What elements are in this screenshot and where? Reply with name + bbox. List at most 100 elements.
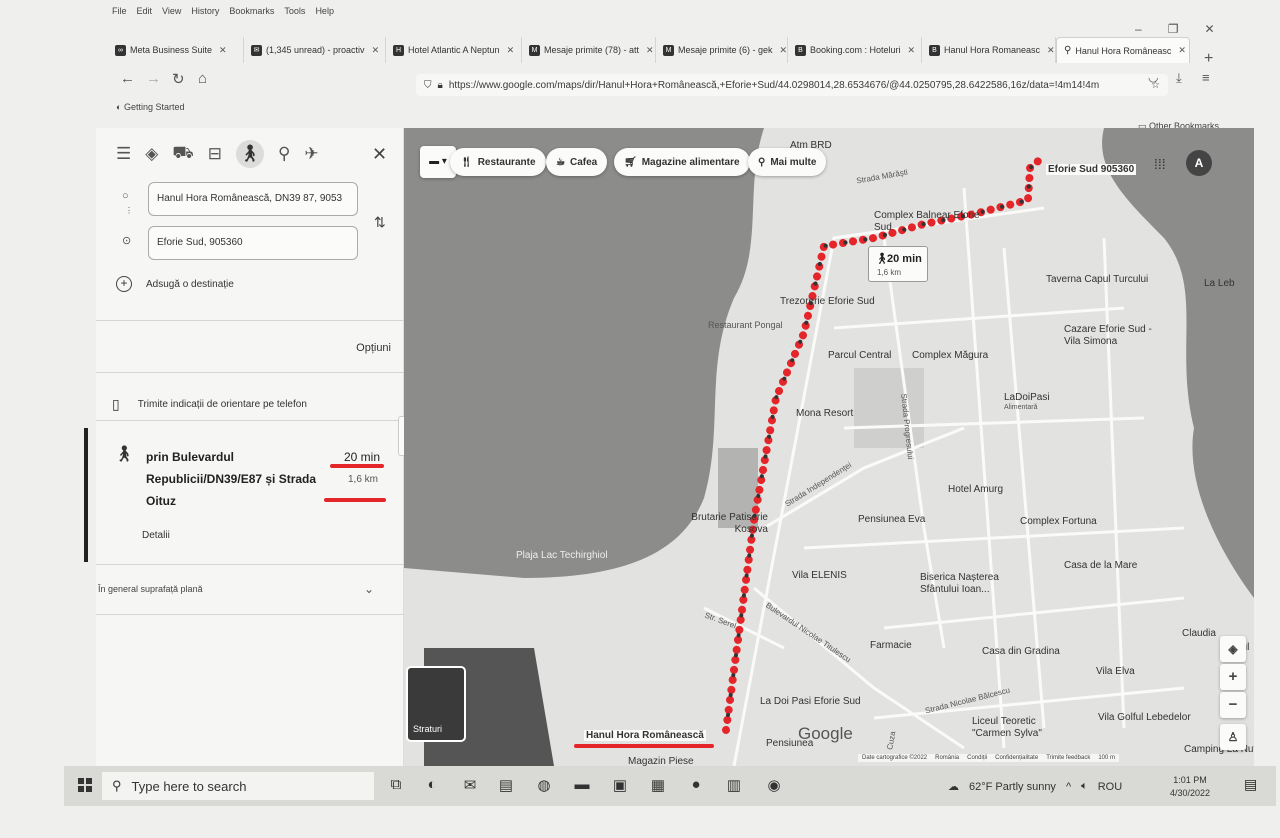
weather-text[interactable]: 62°F Partly sunny <box>969 781 1056 793</box>
layers-button[interactable]: Straturi <box>406 666 466 742</box>
minimize-icon[interactable]: – <box>1135 22 1142 36</box>
clock[interactable]: 1:01 PM 4/30/2022 <box>1170 774 1210 800</box>
close-tab-icon[interactable]: ✕ <box>507 45 515 56</box>
attribution-region[interactable]: România <box>935 755 959 761</box>
chip-coffee[interactable]: ☕︎ Cafea <box>546 148 608 176</box>
car-icon[interactable]: ⛟ <box>172 143 193 165</box>
shield-icon[interactable]: ⛉ <box>424 80 432 91</box>
details-link[interactable]: Detalii <box>142 530 170 541</box>
close-tab-icon[interactable]: ✕ <box>372 45 380 56</box>
destination-input[interactable]: Eforie Sud, 905360 <box>148 226 358 260</box>
home-icon[interactable]: ⌂ <box>198 70 207 87</box>
download-icon[interactable]: ⤓ <box>1176 70 1182 86</box>
map-label[interactable]: Claudia <box>1182 628 1216 639</box>
zoom-out-button[interactable]: − <box>1220 692 1246 718</box>
tab-booking[interactable]: B Booking.com : Hoteluri ✕ <box>788 37 922 63</box>
attribution-privacy[interactable]: Confidențialitate <box>995 755 1038 761</box>
map-label[interactable]: Restaurant Pongal <box>708 320 783 330</box>
menu-help[interactable]: Help <box>315 6 334 16</box>
my-location-icon[interactable]: ◈ <box>1220 636 1246 662</box>
store-icon[interactable]: ▤ <box>496 776 516 796</box>
windows-start-icon[interactable] <box>78 778 92 792</box>
tab-mail[interactable]: ✉ (1,345 unread) - proactiv ✕ <box>244 37 386 63</box>
map-label[interactable]: Complex Balnear Eforie Sud <box>874 210 980 234</box>
avatar[interactable]: A <box>1186 150 1212 176</box>
map-label[interactable]: La Leb <box>1204 278 1235 289</box>
map-label[interactable]: Trezorerie Eforie Sud <box>780 296 875 307</box>
menu-edit[interactable]: Edit <box>137 6 153 16</box>
menu-history[interactable]: History <box>191 6 219 16</box>
add-destination-button[interactable]: + Adsugă o destinație <box>116 276 234 292</box>
flight-icon[interactable]: ✈ <box>304 144 318 164</box>
edge-icon[interactable]: ◐ <box>422 776 442 796</box>
taskbar-search-input[interactable]: ⚲ Type here to search <box>102 772 374 800</box>
close-directions-icon[interactable]: ✕ <box>372 144 387 165</box>
apps-grid-icon[interactable]: ⁞⁞⁞ <box>1154 156 1166 172</box>
attribution-terms[interactable]: Condiții <box>967 755 987 761</box>
map-label[interactable]: Parcul Central <box>828 350 891 361</box>
app-icon[interactable]: ▦ <box>648 776 668 796</box>
lock-icon[interactable]: 🔒︎ <box>438 80 443 91</box>
map-label[interactable]: Brutarie Patiserie Kosova <box>682 512 768 536</box>
excel-icon[interactable]: ▥ <box>724 776 744 796</box>
map-label[interactable]: Complex Fortuna <box>1020 516 1097 527</box>
close-tab-icon[interactable]: ✕ <box>1178 45 1186 56</box>
map-label[interactable]: Mona Resort <box>796 408 853 419</box>
map-label[interactable]: Magazin Piese <box>628 756 694 766</box>
url-bar[interactable]: ⛉ 🔒︎ https://www.google.com/maps/dir/Han… <box>416 74 1168 96</box>
tab-gmail-78[interactable]: M Mesaje primite (78) - att ✕ <box>522 37 656 63</box>
map-label[interactable]: Vila ELENIS <box>792 570 847 581</box>
menu-view[interactable]: View <box>162 6 181 16</box>
chip-groceries[interactable]: 🛒︎ Magazine alimentare <box>614 148 750 176</box>
volume-icon[interactable]: 🔈︎ <box>1081 780 1088 793</box>
menu-file[interactable]: File <box>112 6 127 16</box>
tab-hanul-maps[interactable]: ⚲ Hanul Hora Româneasc ✕ <box>1056 37 1190 63</box>
notification-icon[interactable]: ▤ <box>1244 776 1257 793</box>
close-tab-icon[interactable]: ✕ <box>646 45 654 56</box>
map-label[interactable]: Vila Elva <box>1096 666 1135 677</box>
weather-icon[interactable]: ☁ <box>948 780 959 793</box>
close-tab-icon[interactable]: ✕ <box>908 45 916 56</box>
menu-bookmarks[interactable]: Bookmarks <box>229 6 274 16</box>
url-text[interactable]: https://www.google.com/maps/dir/Hanul+Ho… <box>449 80 1145 91</box>
route-option[interactable]: 🚶︎ prin Bulevardul Republicii/DN39/E87 ș… <box>84 428 400 562</box>
map-label[interactable]: La Doi Pasi Eforie Sud <box>760 696 861 707</box>
map-label[interactable]: Casa de la Mare <box>1064 560 1137 571</box>
map-label[interactable]: Hotel Amurg <box>948 484 1003 495</box>
chip-more[interactable]: ⚲ Mai multe <box>748 148 827 176</box>
attribution-feedback[interactable]: Trimite feedback <box>1046 755 1090 761</box>
walking-icon[interactable]: 🚶︎ <box>235 140 264 168</box>
explorer-icon[interactable]: ▬ <box>572 776 592 796</box>
map-label-origin[interactable]: Hanul Hora Românească <box>584 730 706 741</box>
reload-icon[interactable]: ↻ <box>172 70 185 88</box>
close-window-icon[interactable]: ✕ <box>1204 22 1214 36</box>
close-tab-icon[interactable]: ✕ <box>780 45 787 56</box>
pocket-icon[interactable]: ◡ <box>1148 70 1158 84</box>
transit-icon[interactable]: ⊟ <box>208 144 222 164</box>
forward-icon[interactable]: → <box>146 70 161 87</box>
map-label[interactable]: Atm BRD <box>790 140 832 151</box>
map-label[interactable]: Farmacie <box>870 640 912 651</box>
map-label[interactable]: LaDoiPasi <box>1004 392 1050 403</box>
back-icon[interactable]: ← <box>120 70 135 87</box>
map-label[interactable]: Pensiunea Eva <box>858 514 925 525</box>
task-view-icon[interactable]: ⧉ <box>386 776 406 796</box>
tab-hanul-booking[interactable]: B Hanul Hora Romaneasc ✕ <box>922 37 1056 63</box>
swap-icon[interactable]: ⇅ <box>374 214 386 231</box>
map-label[interactable]: Casa din Gradina <box>982 646 1060 657</box>
bookmark-getting-started[interactable]: Getting Started <box>124 102 185 112</box>
map-label[interactable]: Vila Golful Lebedelor <box>1098 712 1191 723</box>
zoom-in-button[interactable]: + <box>1220 664 1246 690</box>
menu-icon[interactable]: ☰ <box>116 144 131 164</box>
map-label[interactable]: Biserica Nașterea Sfântului Ioan... <box>920 572 1016 596</box>
bicycle-icon[interactable]: ⚲ <box>278 144 290 164</box>
tab-meta[interactable]: ∞ Meta Business Suite ✕ <box>108 37 244 63</box>
send-to-phone-button[interactable]: ▯ Trimite indicații de orientare pe tele… <box>112 396 307 413</box>
menu-tools[interactable]: Tools <box>284 6 305 16</box>
map-label[interactable]: Liceul Teoretic "Carmen Sylva" <box>972 716 1068 740</box>
language-label[interactable]: ROU <box>1098 781 1122 793</box>
close-tab-icon[interactable]: ✕ <box>1047 45 1055 56</box>
map-canvas[interactable]: ▬ ▾ 🍴︎ Restaurante ☕︎ Cafea 🛒︎ Magazine ali… <box>404 128 1254 766</box>
restore-icon[interactable]: ❐ <box>1168 22 1179 36</box>
options-button[interactable]: Opțiuni <box>356 342 391 354</box>
